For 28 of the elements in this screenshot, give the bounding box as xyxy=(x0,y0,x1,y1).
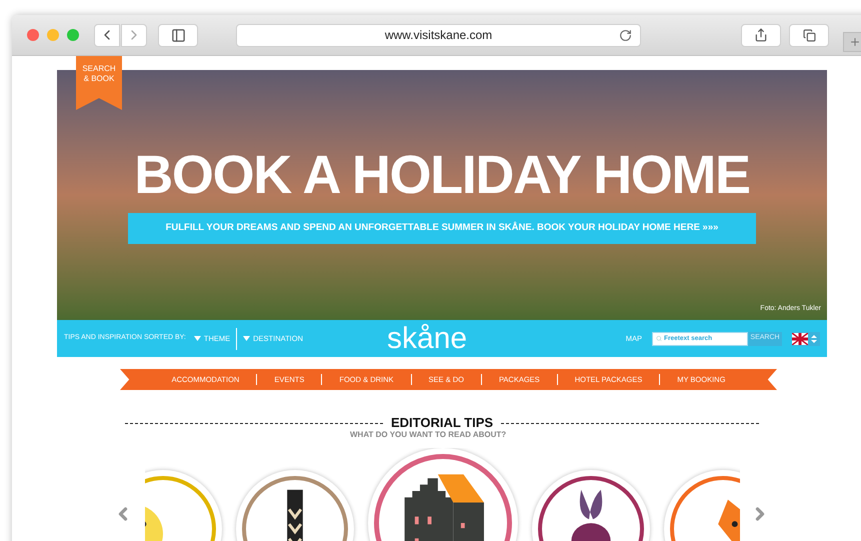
uk-flag-icon xyxy=(792,332,808,344)
tabs-icon xyxy=(802,28,816,42)
back-button[interactable] xyxy=(94,24,120,46)
reload-icon[interactable] xyxy=(619,28,632,42)
new-tab-button[interactable] xyxy=(843,32,861,52)
tabs-button[interactable] xyxy=(789,24,829,46)
hero-banner-link[interactable]: FULFILL YOUR DREAMS AND SPEND AN UNFORGETTABLE SUMMER IN SKÅNE. BOOK YOUR HOLIDAY HOME HERE »»» xyxy=(128,213,756,244)
section-subtitle: WHAT DO YOU WANT TO READ ABOUT? xyxy=(350,430,506,440)
language-button[interactable] xyxy=(792,332,820,346)
hero-title: BOOK A HOLIDAY HOME xyxy=(134,146,750,204)
section-title: EDITORIAL TIPS xyxy=(390,416,494,430)
share-button[interactable] xyxy=(741,24,781,46)
totem-drawing xyxy=(286,490,302,541)
caret-icon xyxy=(243,336,250,341)
ribbon-label: SEARCH & BOOK xyxy=(81,64,117,85)
search-icon xyxy=(656,335,662,342)
share-icon xyxy=(754,28,768,42)
search-and-book-ribbon[interactable]: SEARCH & BOOK xyxy=(76,56,122,110)
sidebar-button[interactable] xyxy=(158,24,198,46)
skane-logo[interactable]: skåne xyxy=(387,324,468,354)
beetroot-drawing xyxy=(570,490,610,541)
url-text: www.visitskane.com xyxy=(384,27,492,44)
plus-icon xyxy=(849,36,861,48)
sidebar-icon xyxy=(170,28,186,42)
moon-face-drawing xyxy=(145,504,162,541)
address-bar[interactable]: www.visitskane.com xyxy=(236,24,641,46)
caret-icon xyxy=(194,336,201,341)
kite-drawing xyxy=(718,500,740,541)
